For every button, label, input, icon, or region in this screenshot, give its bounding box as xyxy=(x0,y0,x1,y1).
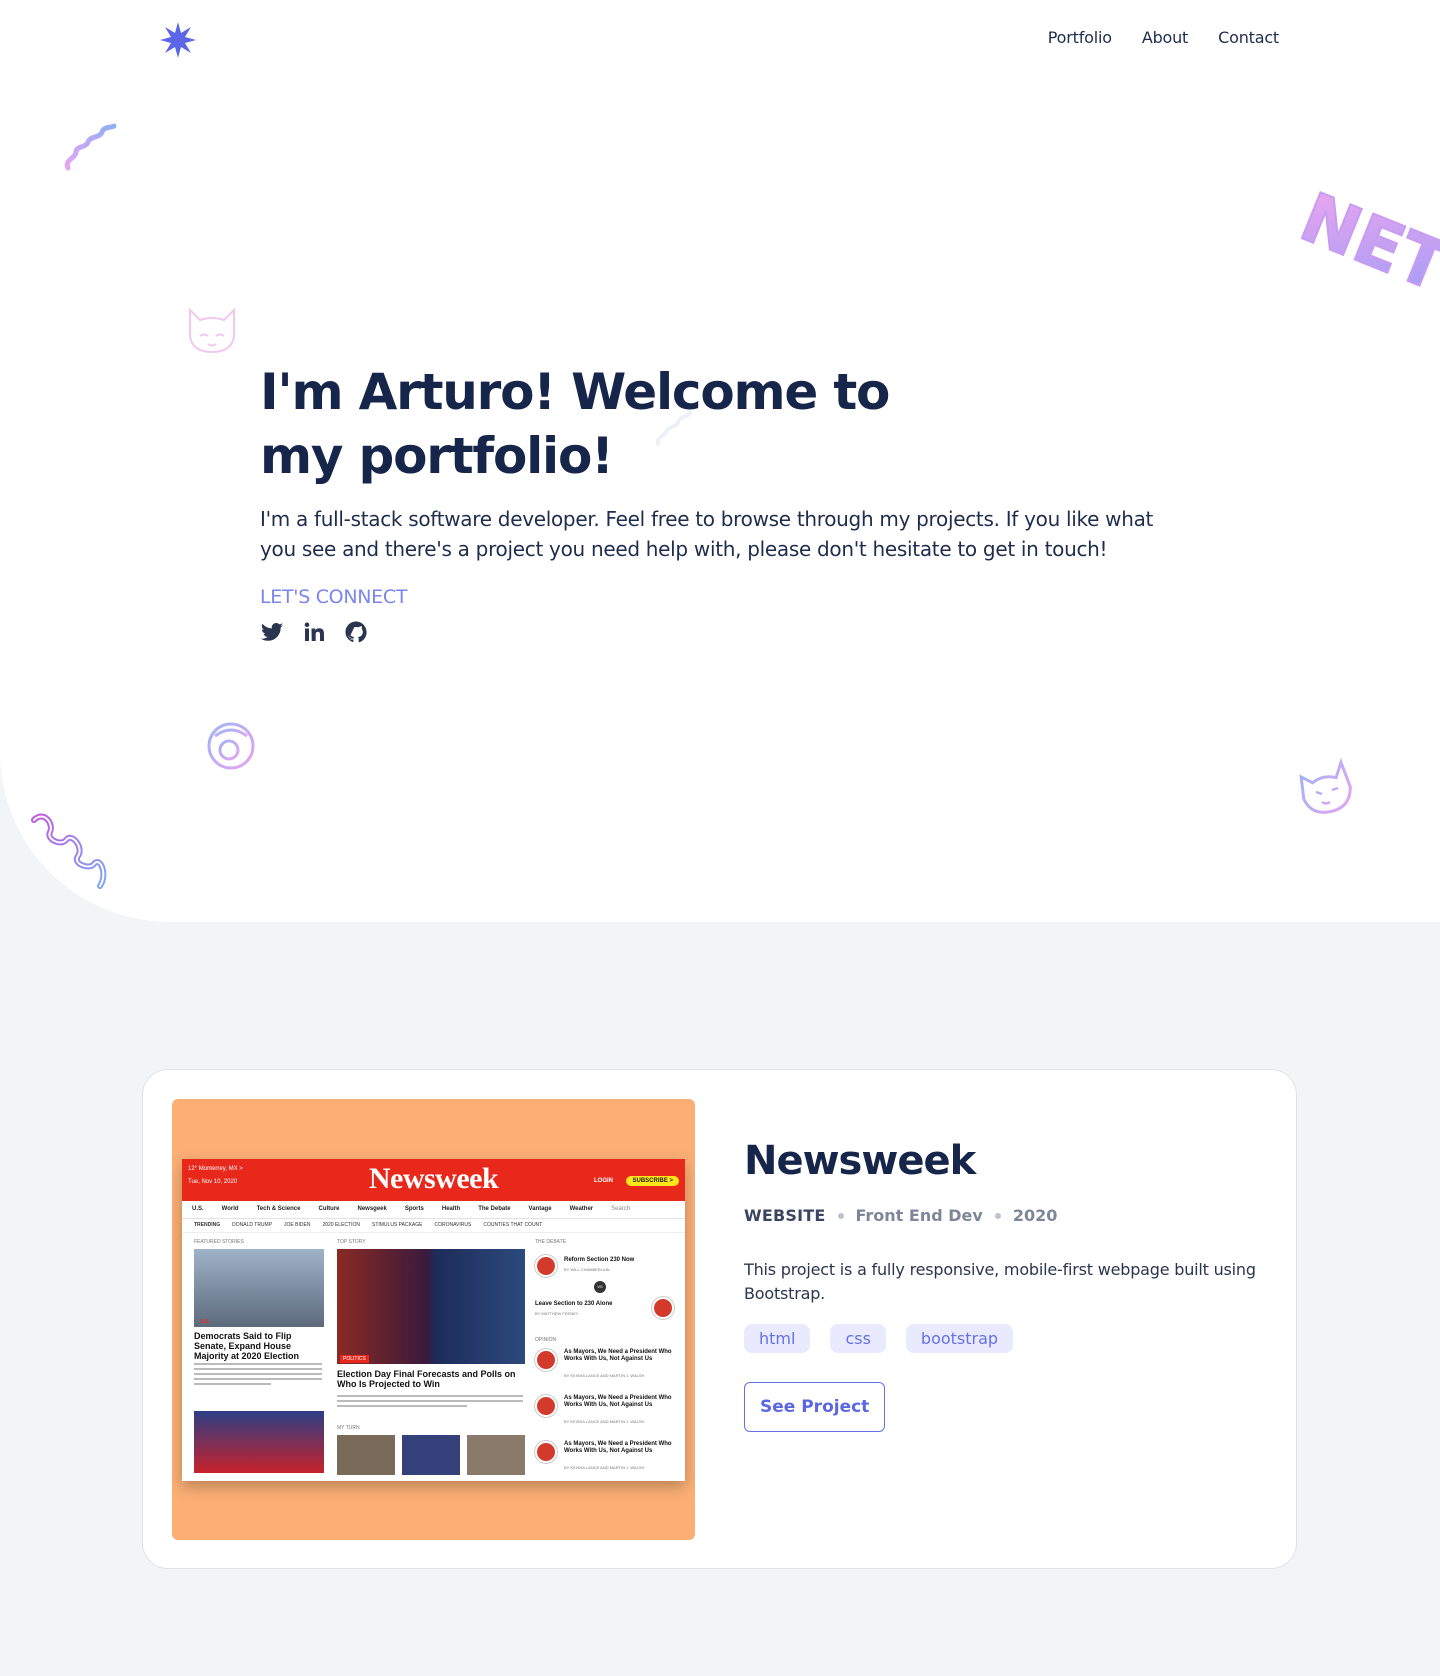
menu-item: World xyxy=(221,1206,239,1212)
tag-bootstrap: bootstrap xyxy=(905,1324,1014,1353)
menu-item: U.S. xyxy=(192,1206,204,1212)
social-links xyxy=(260,620,1180,644)
debate-byline-2: BY MATTHEW FEENEY xyxy=(535,1311,579,1316)
nav-contact[interactable]: Contact xyxy=(1218,28,1279,47)
project-year: 2020 xyxy=(1012,1206,1058,1225)
project-title: Newsweek xyxy=(744,1138,976,1184)
debate-label: THE DEBATE xyxy=(535,1239,567,1245)
twitter-icon[interactable] xyxy=(260,620,284,644)
my-turn-label: MY TURN xyxy=(337,1425,360,1431)
top-nav: Portfolio About Contact xyxy=(1048,28,1279,47)
opinion-headline: As Mayors, We Need a President Who Works… xyxy=(564,1441,672,1454)
opinion-byline: BY KEISHA LANCE AND MARTIN J. WALSH xyxy=(564,1373,645,1378)
project-info: Newsweek WEBSITE Front End Dev 2020 This… xyxy=(744,1136,1264,1432)
meta-separator xyxy=(994,1212,1001,1219)
menu-item: Tech & Science xyxy=(256,1206,301,1212)
debate-headline-2: Leave Section to 230 Alone xyxy=(535,1301,613,1307)
project-card: 12° Monterrey, MX > Tue, Nov 10, 2020 Ne… xyxy=(142,1069,1297,1569)
tech-tags: html css bootstrap xyxy=(744,1324,1264,1353)
net-sticker-icon: NET xyxy=(1290,177,1440,306)
opinion-byline: BY KEISHA LANCE AND MARTIN J. WALSH xyxy=(564,1419,645,1424)
opinion-headline: As Mayors, We Need a President Who Works… xyxy=(564,1395,672,1408)
trending-item: COUNTIES THAT COUNT xyxy=(483,1222,543,1228)
my-turn-photo xyxy=(467,1435,525,1475)
author-avatar xyxy=(535,1349,557,1371)
trending-bar: TRENDING DONALD TRUMP JOE BIDEN 2020 ELE… xyxy=(182,1219,685,1233)
politics-tag: POLITICS xyxy=(340,1355,369,1363)
cat-face-icon xyxy=(189,307,235,354)
nav-about[interactable]: About xyxy=(1142,28,1189,47)
menu-item: The Debate xyxy=(478,1206,511,1212)
opinion-byline: BY KEISHA LANCE AND MARTIN J. WALSH xyxy=(564,1465,645,1470)
featured-headline: Democrats Said to Flip Senate, Expand Ho… xyxy=(194,1331,300,1361)
squiggle-large-icon xyxy=(31,813,107,889)
author-avatar xyxy=(652,1297,674,1319)
menu-item: Culture xyxy=(318,1206,340,1212)
vs-badge: VS xyxy=(594,1281,606,1293)
linkedin-icon[interactable] xyxy=(302,620,326,644)
hero-title: I'm Arturo! Welcome to my portfolio! xyxy=(260,363,890,485)
project-thumbnail[interactable]: 12° Monterrey, MX > Tue, Nov 10, 2020 Ne… xyxy=(172,1099,695,1540)
squiggle-icon xyxy=(64,123,117,171)
project-type: WEBSITE xyxy=(744,1206,826,1225)
hero-content: I'm Arturo! Welcome to my portfolio! I'm… xyxy=(260,360,1180,644)
author-avatar xyxy=(535,1441,557,1463)
connect-label: LET'S CONNECT xyxy=(260,586,408,608)
author-avatar xyxy=(535,1395,557,1417)
menu-item: Vantage xyxy=(528,1206,552,1212)
top-headline: Election Day Final Forecasts and Polls o… xyxy=(337,1369,516,1389)
capitol-photo xyxy=(194,1249,324,1327)
diver-helmet-icon xyxy=(207,722,255,770)
menu-item: Weather xyxy=(569,1206,594,1212)
project-description: This project is a fully responsive, mobi… xyxy=(744,1260,1256,1303)
hero-section: Portfolio About Contact NET I'm Arturo! … xyxy=(0,0,1440,922)
trending-item: STIMULUS PACKAGE xyxy=(371,1222,423,1228)
trending-item: 2020 ELECTION xyxy=(322,1222,360,1228)
rally-photo xyxy=(194,1411,324,1473)
my-turn-photo xyxy=(402,1435,460,1475)
subscribe-button: SUBSCRIBE > xyxy=(626,1176,679,1186)
menu-item: Newsgeek xyxy=(357,1206,387,1212)
trending-item: DONALD TRUMP xyxy=(232,1222,273,1228)
tag-css: css xyxy=(830,1324,886,1353)
login-link: LOGIN xyxy=(594,1178,613,1184)
nav-portfolio[interactable]: Portfolio xyxy=(1048,28,1112,47)
logo-star-icon[interactable] xyxy=(158,20,198,60)
trending-item: CORONAVIRUS xyxy=(434,1222,472,1228)
top-story-label: TOP STORY xyxy=(337,1239,366,1245)
project-meta: WEBSITE Front End Dev 2020 xyxy=(744,1206,1264,1225)
svg-text:NET: NET xyxy=(1290,178,1440,306)
debate-byline-1: BY WILL CHAMBERLAIN xyxy=(564,1267,610,1272)
trending-item: JOE BIDEN xyxy=(284,1222,311,1228)
hero-subtitle: I'm a full-stack software developer. Fee… xyxy=(260,507,1154,561)
project-role: Front End Dev xyxy=(855,1206,983,1225)
see-project-button[interactable]: See Project xyxy=(744,1382,886,1432)
tag-html: html xyxy=(744,1324,811,1353)
search-label: Search xyxy=(611,1206,631,1212)
debate-headline-1: Reform Section 230 Now xyxy=(564,1257,635,1263)
github-icon[interactable] xyxy=(344,620,368,644)
debate-photo xyxy=(337,1249,525,1364)
menu-item: Sports xyxy=(404,1206,424,1212)
cat-sticker-icon xyxy=(1299,758,1352,814)
featured-text xyxy=(194,1363,322,1388)
opinion-headline: As Mayors, We Need a President Who Works… xyxy=(564,1349,672,1362)
newsweek-header: 12° Monterrey, MX > Tue, Nov 10, 2020 Ne… xyxy=(182,1159,685,1201)
menu-item: Health xyxy=(441,1206,461,1212)
author-avatar xyxy=(535,1255,557,1277)
trending-label: TRENDING xyxy=(194,1222,221,1228)
newsweek-screenshot: 12° Monterrey, MX > Tue, Nov 10, 2020 Ne… xyxy=(182,1159,685,1481)
my-turn-photo xyxy=(337,1435,395,1475)
meta-separator xyxy=(837,1212,844,1219)
newsweek-menu: U.S. World Tech & Science Culture Newsge… xyxy=(182,1201,685,1219)
top-text xyxy=(337,1395,523,1410)
featured-label: FEATURED STORIES xyxy=(194,1239,244,1245)
featured-tag: U.S. xyxy=(200,1319,210,1325)
opinion-label: OPINION xyxy=(535,1337,557,1343)
